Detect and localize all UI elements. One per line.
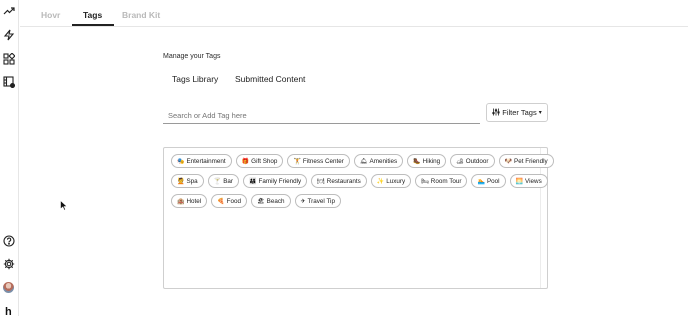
tag-label: Restaurants [326,177,361,185]
tag-chip[interactable]: 🎭 Entertainment [171,154,232,168]
tag-label: Beach [266,197,285,205]
mouse-cursor-icon [60,200,68,211]
tag-emoji-icon: 🌅 [515,178,524,185]
tag-chip[interactable]: 🐶 Pet Friendly [498,154,554,168]
subtab-tags-library[interactable]: Tags Library [172,74,218,84]
tag-emoji-icon: 🍕 [217,198,225,205]
tag-chip[interactable]: 🏕 Outdoor [450,154,495,168]
video-settings-icon[interactable] [2,75,16,89]
tag-chip[interactable]: 🎁 Gift Shop [235,154,284,168]
tag-emoji-icon: 🛏 [421,178,429,185]
tag-chip[interactable]: ✨ Luxury [370,174,412,188]
top-nav: Hovr Tags Brand Kit [20,0,688,27]
tag-chip[interactable]: 🏖 Beach [251,194,291,208]
user-avatar[interactable] [3,282,14,293]
tag-label: Spa [186,177,198,185]
tag-chip[interactable]: 🏊 Pool [471,174,506,188]
tag-label: Food [226,197,242,205]
tag-label: Pet Friendly [514,157,548,165]
tag-emoji-icon: ✈ [300,198,306,205]
tab-hovr[interactable]: Hovr [41,10,60,20]
tag-emoji-icon: 💆 [177,178,185,185]
tag-emoji-icon: 🏖 [257,198,265,205]
tag-row: 🎭 Entertainment 🎁 Gift Shop 🏋 Fitness Cente… [171,154,554,168]
tag-label: Family Friendly [258,177,302,185]
tag-label: Entertainment [186,157,226,165]
panel-scrollbar[interactable] [540,148,541,288]
tag-emoji-icon: 🍽 [317,178,325,185]
tag-chip[interactable]: 👨‍👩‍👧 Family Friendly [243,174,308,188]
tag-row: 🏨 Hotel 🍕 Food 🏖 Beach ✈ Travel Tip [171,194,341,208]
lightning-icon[interactable] [2,28,16,42]
tag-emoji-icon: 🥾 [413,158,421,165]
tag-label: Luxury [386,177,406,185]
tag-label: Room Tour [430,177,462,185]
tab-brand-kit[interactable]: Brand Kit [122,10,160,20]
tag-label: Views [525,177,542,185]
brand-logo: h [5,306,12,318]
section-title: Manage your Tags [163,53,221,60]
tag-chip[interactable]: 🍸 Bar [207,174,239,188]
tag-emoji-icon: 🏨 [177,198,185,205]
tag-emoji-icon: 🏊 [477,178,485,185]
tag-emoji-icon: 🐶 [504,158,513,165]
trending-icon[interactable] [2,4,16,18]
tags-panel: 🎭 Entertainment 🎁 Gift Shop 🏋 Fitness Cente… [163,147,554,289]
filter-tags-button[interactable]: Filter Tags ▾ [486,103,548,122]
tab-tags[interactable]: Tags [83,10,102,20]
subtab-submitted-content[interactable]: Submitted Content [235,74,305,84]
tag-chip[interactable]: 🍕 Food [211,194,248,208]
tag-chip[interactable]: 🌅 Views [509,174,548,188]
tag-chip[interactable]: 🛎 Amenities [353,154,404,168]
widgets-icon[interactable] [2,52,16,66]
tag-chip[interactable]: 🏋 Fitness Center [287,154,350,168]
tag-chip[interactable]: 🥾 Hiking [407,154,447,168]
tag-row: 💆 Spa 🍸 Bar 👨‍👩‍👧 Family Friendly 🍽 Restaura… [171,174,548,188]
tag-chip[interactable]: 💆 Spa [171,174,204,188]
tag-chip[interactable]: 🍽 Restaurants [311,174,367,188]
tag-emoji-icon: 🍸 [213,178,222,185]
tag-chip[interactable]: 🛏 Room Tour [415,174,468,188]
sidebar: h [0,0,19,318]
tag-emoji-icon: 🏋 [293,158,301,165]
tag-label: Bar [223,177,233,185]
tag-label: Travel Tip [307,197,335,205]
chevron-down-icon: ▾ [538,110,542,116]
tag-emoji-icon: 🎁 [241,158,250,165]
tag-label: Outdoor [465,157,489,165]
tag-emoji-icon: 🎭 [177,158,185,165]
tag-chip[interactable]: ✈ Travel Tip [294,194,341,208]
tag-label: Amenities [369,157,398,165]
settings-gear-icon[interactable] [2,257,16,271]
filter-tags-label: Filter Tags [502,108,537,117]
tag-emoji-icon: ✨ [376,178,385,185]
help-icon[interactable] [2,234,16,248]
tag-search-input[interactable] [163,104,480,124]
tag-emoji-icon: 👨‍👩‍👧 [249,178,257,185]
filter-sliders-icon [492,108,500,118]
tag-label: Gift Shop [251,157,278,165]
tag-label: Pool [486,177,500,185]
tag-label: Hiking [422,157,441,165]
tag-emoji-icon: 🛎 [359,158,368,165]
tag-label: Hotel [186,197,202,205]
tag-chip[interactable]: 🏨 Hotel [171,194,208,208]
active-tab-indicator [72,24,114,26]
tag-label: Fitness Center [302,157,344,165]
tag-emoji-icon: 🏕 [456,158,464,165]
